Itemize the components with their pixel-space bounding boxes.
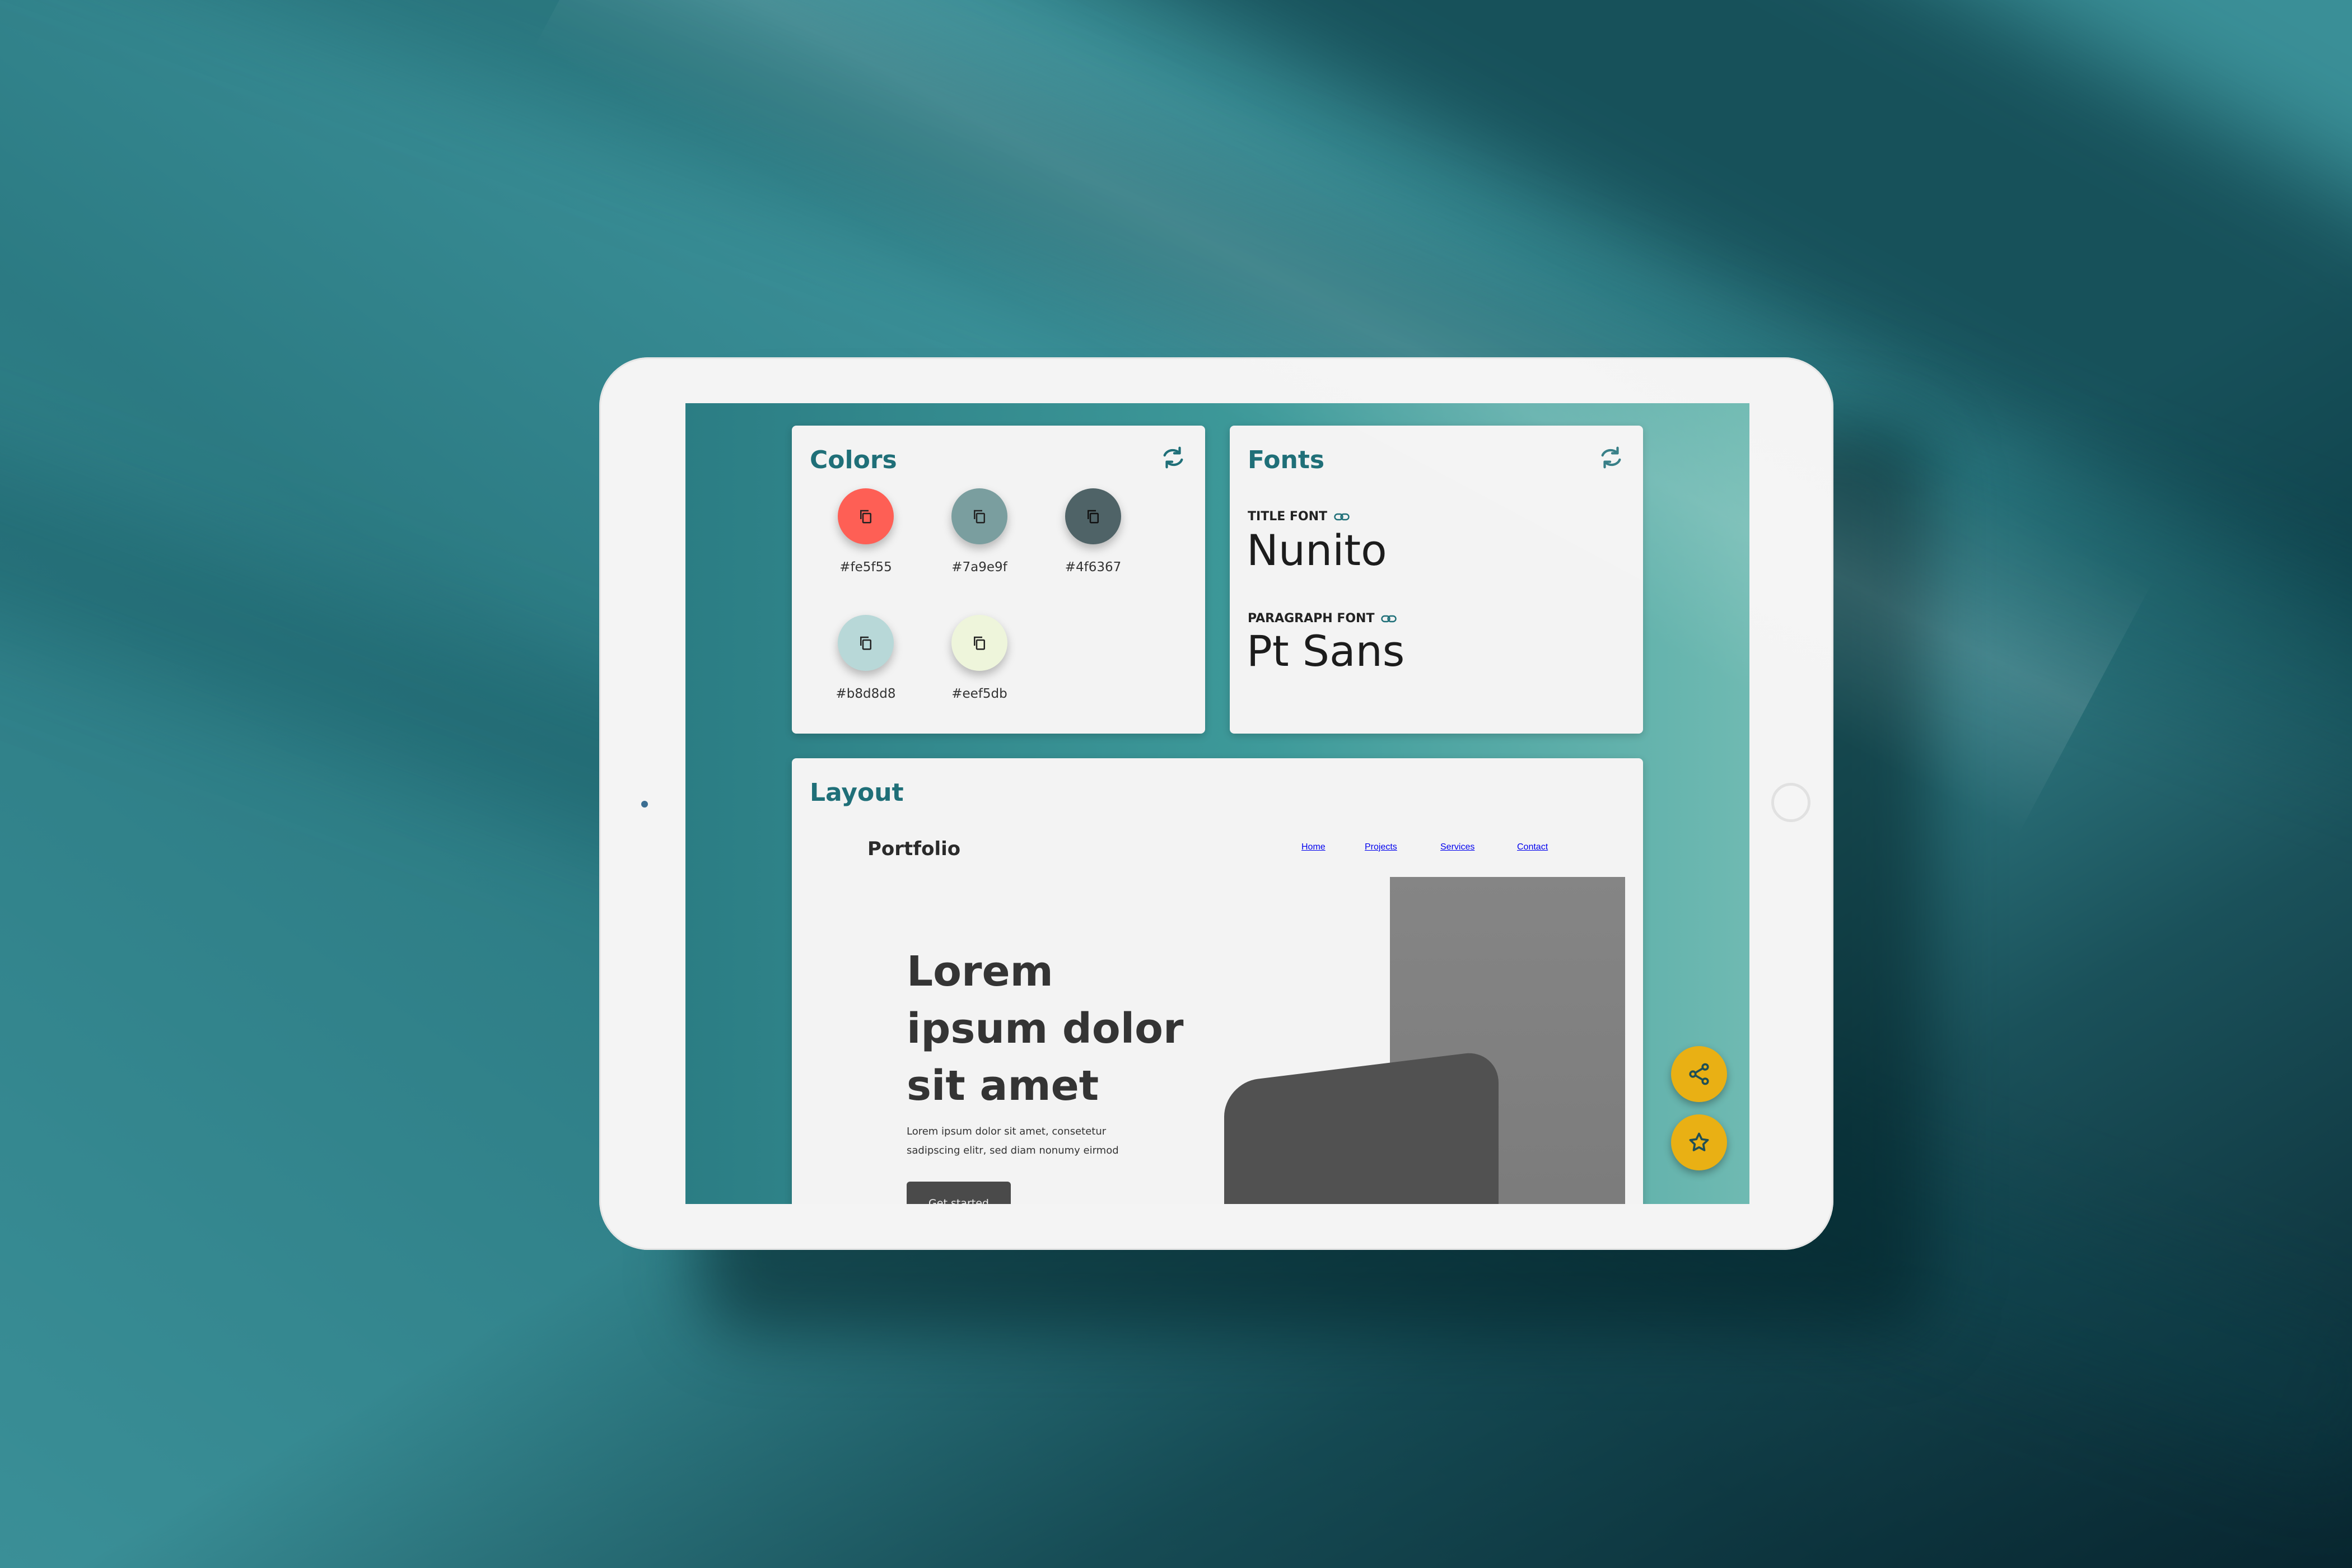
camera-icon: [641, 801, 648, 808]
copy-icon: [860, 510, 871, 524]
color-hex-label: #7a9e9f: [951, 560, 1007, 575]
color-swatch: #eef5db: [923, 615, 1035, 701]
paragraph-font-name: Pt Sans: [1247, 626, 1405, 676]
get-started-button[interactable]: Get started: [907, 1182, 1011, 1204]
share-icon: [1689, 1063, 1709, 1085]
copy-color-button[interactable]: [951, 615, 1007, 671]
nav-link-services[interactable]: Services: [1440, 842, 1474, 852]
copy-color-button[interactable]: [838, 615, 894, 671]
link-icon[interactable]: [1381, 614, 1397, 623]
fonts-card-title: Fonts: [1248, 446, 1325, 474]
color-swatch: #7a9e9f: [923, 488, 1035, 575]
fonts-card: Fonts TITLE FONT Nunito PARAGRAPH FONT P…: [1230, 426, 1643, 734]
color-swatch: #b8d8d8: [810, 615, 922, 701]
paragraph-font-label: PARAGRAPH FONT: [1248, 612, 1397, 626]
nav-link-contact[interactable]: Contact: [1517, 842, 1548, 852]
refresh-icon[interactable]: [1160, 445, 1186, 470]
color-hex-label: #fe5f55: [839, 560, 892, 575]
title-font-label-text: TITLE FONT: [1248, 510, 1328, 524]
copy-icon: [974, 636, 985, 650]
hero-title: Lorem ipsum dolor sit amet: [907, 948, 1184, 1110]
title-font-label: TITLE FONT: [1248, 510, 1350, 524]
colors-card: Colors #fe5f55 #7a9e9f #4f6367 #b8d8d8 #…: [792, 426, 1205, 734]
copy-color-button[interactable]: [838, 488, 894, 544]
hero-text: Lorem ipsum dolor sit amet, consetetur s…: [907, 1126, 1119, 1156]
copy-icon: [860, 636, 871, 650]
share-button[interactable]: [1671, 1046, 1727, 1102]
star-icon: [1689, 1132, 1709, 1151]
colors-card-title: Colors: [810, 446, 897, 474]
hero-image-shape: [1224, 1049, 1499, 1204]
nav-link-projects[interactable]: Projects: [1365, 842, 1397, 852]
refresh-icon[interactable]: [1598, 445, 1624, 470]
home-button[interactable]: [1771, 783, 1810, 822]
color-swatch: #fe5f55: [810, 488, 922, 575]
layout-card-title: Layout: [810, 778, 904, 807]
layout-card: Layout Portfolio Home Projects Services …: [792, 758, 1643, 1204]
paragraph-font-label-text: PARAGRAPH FONT: [1248, 612, 1375, 626]
copy-icon: [974, 510, 985, 524]
color-swatch: #4f6367: [1037, 488, 1149, 575]
portfolio-brand[interactable]: Portfolio: [867, 838, 960, 860]
color-hex-label: #eef5db: [951, 687, 1007, 701]
nav-link-home[interactable]: Home: [1301, 842, 1326, 852]
favorite-button[interactable]: [1671, 1114, 1727, 1170]
copy-icon: [1088, 510, 1099, 524]
title-font-name: Nunito: [1247, 525, 1387, 575]
tablet-screen: Colors #fe5f55 #7a9e9f #4f6367 #b8d8d8 #…: [685, 403, 1749, 1204]
copy-color-button[interactable]: [1065, 488, 1121, 544]
color-hex-label: #4f6367: [1065, 560, 1122, 575]
color-hex-label: #b8d8d8: [836, 687, 896, 701]
link-icon[interactable]: [1334, 512, 1350, 521]
copy-color-button[interactable]: [951, 488, 1007, 544]
